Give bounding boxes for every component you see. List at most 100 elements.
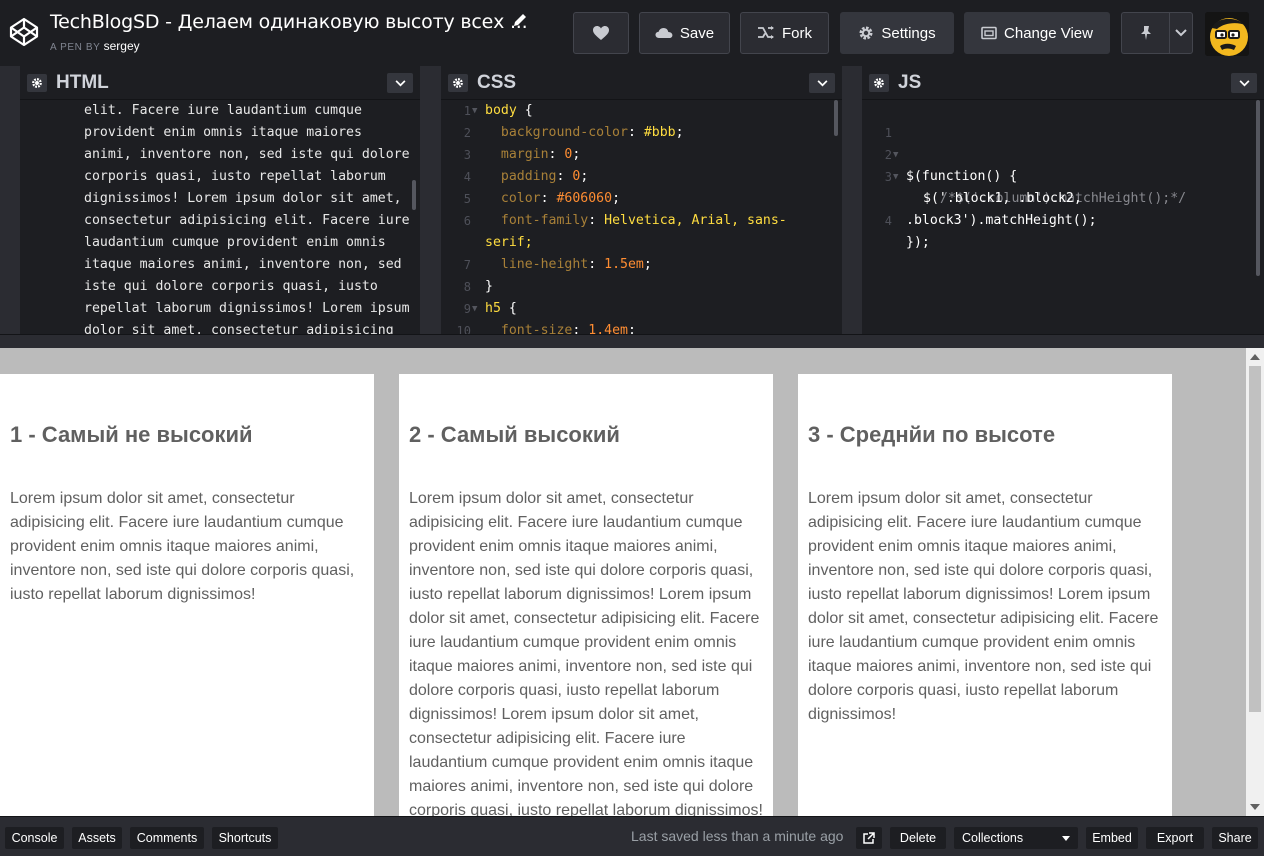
top-header: TechBlogSD - Делаем одинаковую высоту вс… [0,0,1264,66]
css-brace: } [485,279,493,294]
js-code-editor[interactable]: 1 ▼ $(function() { 2 ▼ /*$('.column').ma… [862,100,1264,334]
css-code-line: 8} [441,276,842,298]
assets-button[interactable]: Assets [72,827,122,849]
css-code-text: } [485,276,493,298]
settings-button[interactable]: Settings [840,12,954,54]
html-code-line: iste qui dolore corporis quasi, iusto [20,276,420,298]
html-code-line: dignissimos! Lorem ipsum dolor sit amet, [20,188,420,210]
css-code-text: font-size: 1.4em; [485,320,636,334]
js-pane-dropdown[interactable] [1231,73,1257,93]
editor-preview-resizer[interactable] [0,334,1264,348]
html-editor-scrollbar[interactable] [412,180,416,210]
js-settings-button[interactable] [869,74,889,92]
css-code-line: 7 line-height: 1.5em; [441,254,842,276]
css-pane-dropdown[interactable] [809,73,835,93]
user-avatar[interactable] [1205,12,1249,56]
pin-icon [1140,26,1151,40]
css-value: serif; [485,235,533,250]
console-button[interactable]: Console [5,827,64,849]
column-text: Lorem ipsum dolor sit amet, consectetur … [808,490,1159,723]
css-property: color [500,191,541,206]
collections-dropdown[interactable]: Collections [954,827,1078,849]
css-code-line: 4 padding: 0; [441,166,842,188]
css-value: 1.5em [604,257,644,272]
caret-down-icon [1062,835,1070,841]
js-code-text: }); [906,235,930,250]
result-preview: 1 - Самый не высокий Lorem ipsum dolor s… [0,348,1264,816]
codepen-logo-icon[interactable] [8,16,40,48]
css-value: Helvetica, Arial, sans- [604,213,787,228]
css-code-editor[interactable]: 1 ▼ body {2 background-color: #bbb; 3 margi… [441,100,842,334]
css-code-line: 1 ▼ body { [441,100,842,122]
fork-button[interactable]: Fork [740,12,829,54]
css-property: line-height [500,257,589,272]
love-button[interactable] [573,12,629,54]
js-editor-scrollbar[interactable] [1256,100,1260,276]
css-value: 0 [564,147,573,162]
pencil-edit-icon[interactable] [512,12,528,28]
css-value: #bbb [643,125,676,140]
pin-button[interactable] [1121,12,1169,54]
scrollbar-thumb[interactable] [1249,366,1261,712]
css-code-line: 3 margin: 0; [441,144,842,166]
html-code-editor[interactable]: elit. Facere iure laudantium cumque provi… [20,100,420,334]
css-code-text: serif; [485,232,533,254]
column-block1: 1 - Самый не высокий Lorem ipsum dolor s… [0,374,374,816]
export-button[interactable]: Export [1146,827,1204,849]
chevron-down-icon [1239,79,1249,86]
column-block2: 2 - Самый высокий Lorem ipsum dolor sit … [399,374,773,816]
line-number: 1 [463,104,471,118]
html-code-line: provident enim omnis itaque maiores [20,122,420,144]
last-saved-status: Last saved less than a minute ago [631,828,844,844]
preview-scrollbar[interactable] [1246,348,1264,816]
pen-title[interactable]: TechBlogSD - Делаем одинаковую высоту вс… [50,11,528,33]
pen-author-link[interactable]: sergey [104,39,140,53]
css-pane-title: CSS [477,72,517,93]
column-heading: 1 - Самый не высокий [10,422,253,447]
html-code-text: animi, inventore non, sed iste qui dolor… [84,147,410,162]
css-code-text: background-color: #bbb; [500,125,684,140]
embed-button[interactable]: Embed [1086,827,1138,849]
css-value: 0 [572,169,581,184]
html-code-text: corporis quasi, iusto repellat laborum [84,169,386,184]
pen-by-label: A PEN BY [50,42,101,53]
column-block3: 3 - Среднйи по высоте Lorem ipsum dolor … [798,374,1172,816]
fork-label: Fork [782,24,812,42]
comments-button[interactable]: Comments [130,827,204,849]
share-button[interactable]: Share [1212,827,1258,849]
chevron-down-icon [1175,29,1187,37]
save-button[interactable]: Save [639,12,730,54]
html-settings-button[interactable] [27,74,47,92]
css-code-line: 10 font-size: 1.4em; [441,320,842,334]
cloud-icon [655,28,673,38]
change-view-button[interactable]: Change View [964,12,1110,54]
html-pane-dropdown[interactable] [387,73,413,93]
html-code-line: animi, inventore non, sed iste qui dolor… [20,144,420,166]
fold-arrow-icon[interactable]: ▼ [472,298,477,320]
html-code-text: repellat laborum dignissimos! Lorem ipsu… [84,301,410,316]
css-code-text: margin: 0; [500,147,581,162]
css-property: background-color [500,125,628,140]
scroll-up-arrow-icon[interactable] [1250,354,1260,360]
css-code-line: serif; [441,232,842,254]
shortcuts-button[interactable]: Shortcuts [212,827,278,849]
js-line: 3 $('.block1, .block2, [862,144,1264,206]
line-number: 6 [463,214,471,228]
html-code-line: dolor sit amet, consectetur adipisicing [20,320,420,334]
css-property: font-size [500,323,573,334]
css-property: padding [500,169,557,184]
css-property: margin [500,147,549,162]
delete-button[interactable]: Delete [890,827,946,849]
collections-label: Collections [962,831,1024,845]
css-editor-scrollbar[interactable] [834,100,838,136]
js-line: .block3').matchHeight(); [862,166,1264,228]
html-code-text: elit. Facere iure laudantium cumque [84,103,362,118]
css-settings-button[interactable] [448,74,468,92]
css-code-line: 9 ▼ h5 { [441,298,842,320]
css-code-text: padding: 0; [500,169,589,184]
fold-arrow-icon[interactable]: ▼ [472,100,477,122]
column-heading: 3 - Среднйи по высоте [808,422,1056,447]
scroll-down-arrow-icon[interactable] [1250,804,1260,810]
open-external-button[interactable] [856,827,882,849]
pin-dropdown-button[interactable] [1169,12,1193,54]
